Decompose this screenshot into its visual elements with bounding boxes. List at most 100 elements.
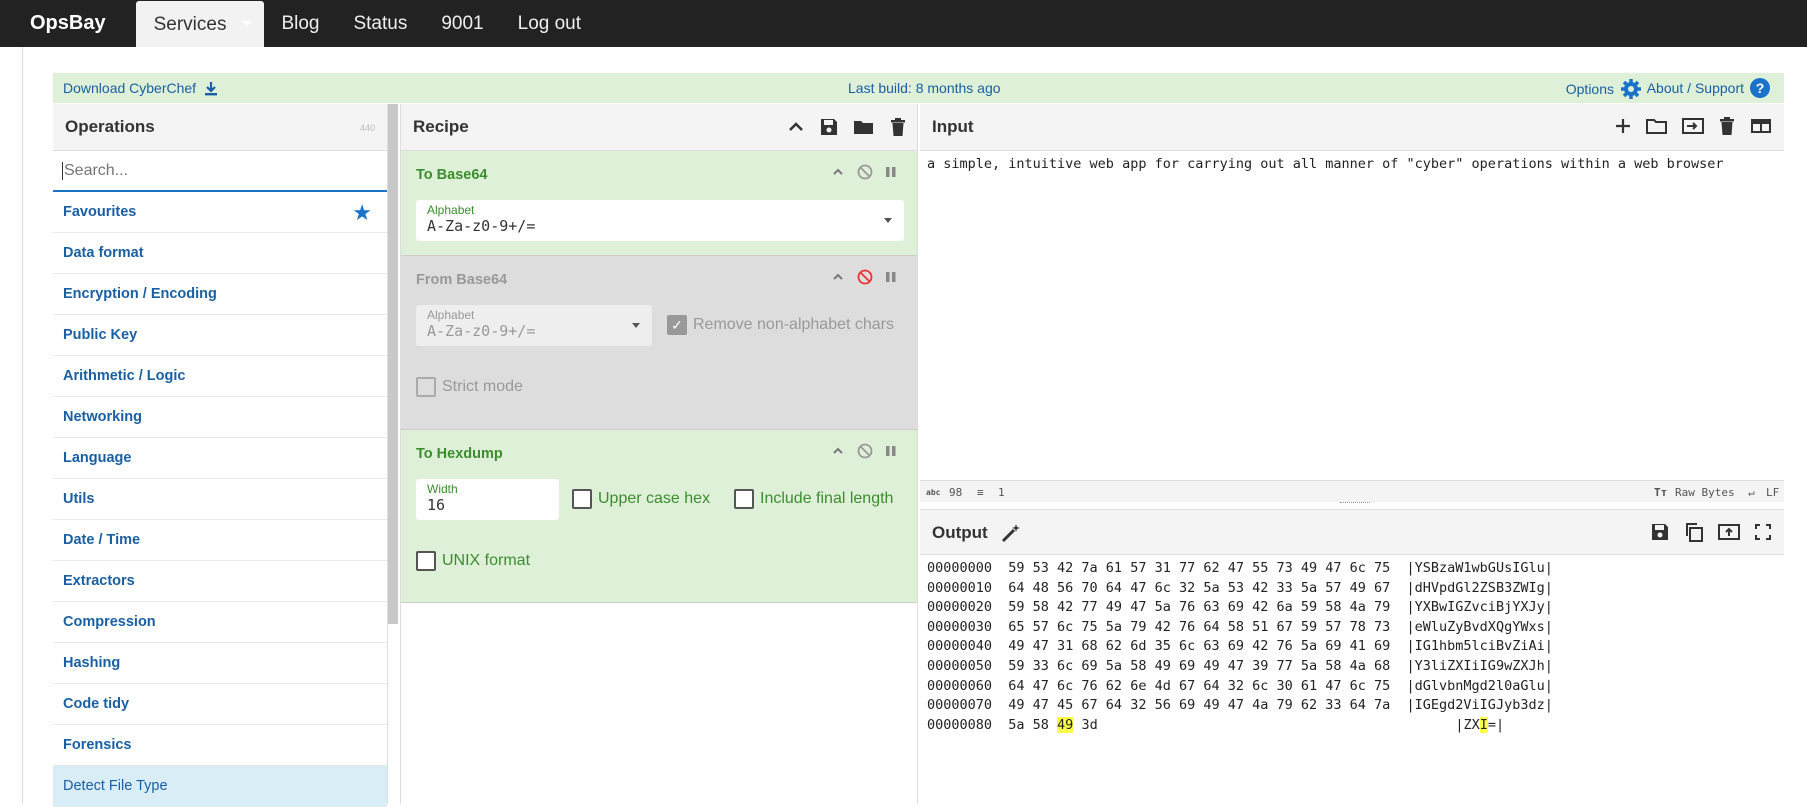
operations-header: Operations 440	[53, 104, 387, 151]
help-icon: ?	[1750, 78, 1770, 98]
hexdump-text: =|	[1487, 716, 1505, 733]
chevron-up-icon[interactable]	[831, 270, 845, 284]
hexdump-line: 00000020 59 58 42 77 49 47 5a 76 63 69 4…	[927, 599, 1553, 616]
category-compression[interactable]: Compression	[53, 602, 387, 643]
output-hexdump[interactable]: 00000000 59 53 42 7a 61 57 31 77 62 47 5…	[927, 559, 1553, 735]
layout-icon[interactable]	[1750, 116, 1772, 136]
width-field[interactable]: Width 16	[416, 479, 559, 520]
category-hashing[interactable]: Hashing	[53, 643, 387, 684]
chevron-up-icon[interactable]	[831, 165, 845, 179]
about-label: About / Support	[1646, 80, 1744, 96]
nav-status[interactable]: Status	[336, 0, 424, 47]
nav-logout[interactable]: Log out	[501, 0, 598, 47]
category-favourites[interactable]: Favourites ★	[53, 192, 387, 233]
magic-wand-icon[interactable]	[1000, 522, 1022, 544]
category-forensics[interactable]: Forensics	[53, 725, 387, 766]
alphabet-select[interactable]: Alphabet A-Za-z0-9+/=	[416, 200, 904, 241]
operations-count: 440	[359, 123, 375, 133]
encoding-label[interactable]: Raw Bytes	[1675, 486, 1735, 499]
strict-mode-checkbox[interactable]: Strict mode	[416, 377, 523, 397]
top-nav: OpsBay Services Blog Status 9001 Log out	[0, 0, 1807, 47]
eol-icon: ↵	[1748, 486, 1755, 499]
category-networking[interactable]: Networking	[53, 397, 387, 438]
text-encoding-icon[interactable]: Tт	[1654, 486, 1667, 499]
category-code-tidy[interactable]: Code tidy	[53, 684, 387, 725]
hexdump-line: 00000060 64 47 6c 76 62 6e 4d 67 64 32 6…	[927, 677, 1553, 694]
checkbox-box	[572, 489, 592, 509]
category-public-key[interactable]: Public Key	[53, 315, 387, 356]
chevron-up-icon[interactable]	[831, 444, 845, 458]
panel-resize-handle[interactable]	[1340, 502, 1370, 505]
trash-icon[interactable]	[889, 117, 907, 137]
include-final-length-checkbox[interactable]: Include final length	[734, 489, 893, 509]
category-utils[interactable]: Utils	[53, 479, 387, 520]
category-arithmetic-logic[interactable]: Arithmetic / Logic	[53, 356, 387, 397]
highlighted-char: I	[1479, 716, 1488, 733]
category-date-time[interactable]: Date / Time	[53, 520, 387, 561]
op-name: To Hexdump	[416, 446, 503, 462]
disable-icon[interactable]	[857, 164, 873, 180]
alphabet-label: Alphabet	[427, 203, 475, 217]
trash-icon[interactable]	[1718, 116, 1736, 136]
nav-9001[interactable]: 9001	[424, 0, 500, 47]
operations-scrollbar[interactable]	[388, 104, 398, 624]
disable-icon[interactable]	[857, 443, 873, 459]
replace-input-icon[interactable]	[1718, 522, 1740, 542]
add-tab-icon[interactable]	[1614, 116, 1632, 136]
pause-icon[interactable]	[885, 444, 897, 458]
collapse-all-icon[interactable]	[787, 117, 805, 137]
options-label: Options	[1565, 81, 1614, 97]
chevron-down-icon	[242, 21, 253, 26]
nav-services-label: Services	[153, 14, 227, 35]
nav-blog[interactable]: Blog	[264, 0, 336, 47]
input-panel: Input a simple, intuitive web app for ca…	[920, 104, 1784, 502]
about-support-button[interactable]: About / Support ?	[1647, 78, 1770, 98]
left-strip	[0, 47, 23, 804]
save-icon[interactable]	[819, 117, 839, 137]
pause-icon[interactable]	[885, 165, 897, 179]
search-container	[53, 151, 387, 192]
recipe-panel: Recipe To Base64 Alphabet A-Za-z0-9+/= F…	[400, 104, 918, 804]
maximise-icon[interactable]	[1754, 522, 1772, 542]
dropdown-arrow-icon	[632, 323, 640, 328]
input-textarea[interactable]: a simple, intuitive web app for carrying…	[927, 156, 1724, 172]
alphabet-value: A-Za-z0-9+/=	[427, 217, 536, 235]
banner: Download CyberChef Last build: 8 months …	[53, 73, 1784, 103]
eol-label[interactable]: LF	[1766, 486, 1779, 499]
hexdump-line: 00000070 49 47 45 67 64 32 56 69 49 47 4…	[927, 697, 1553, 714]
brand-logo[interactable]: OpsBay	[0, 12, 136, 35]
load-file-icon[interactable]	[1682, 116, 1704, 136]
folder-icon[interactable]	[853, 117, 875, 137]
recipe-op-from-base64[interactable]: From Base64 Alphabet A-Za-z0-9+/= ✓ Remo…	[401, 256, 917, 430]
download-link[interactable]: Download CyberChef	[63, 80, 218, 96]
download-icon	[205, 81, 218, 95]
category-extractors[interactable]: Extractors	[53, 561, 387, 602]
op-controls	[831, 443, 897, 459]
pause-icon[interactable]	[885, 270, 897, 284]
hexdump-line: 00000010 64 48 56 70 64 47 6c 32 5a 53 4…	[927, 579, 1553, 596]
upper-case-hex-checkbox[interactable]: Upper case hex	[572, 489, 710, 509]
copy-icon[interactable]	[1684, 522, 1704, 542]
save-icon[interactable]	[1650, 522, 1670, 542]
output-panel: Output 00000000 59 53 42 7a 61 57 31 77 …	[920, 509, 1784, 804]
nav-services[interactable]: Services	[135, 1, 265, 47]
hexdump-line: 00000050 59 33 6c 69 5a 58 49 69 49 47 3…	[927, 657, 1553, 674]
disable-icon[interactable]	[857, 269, 873, 285]
recipe-op-to-hexdump[interactable]: To Hexdump Width 16 Upper case hex Inclu…	[401, 430, 917, 603]
lines-icon: ≡	[977, 486, 984, 499]
input-header: Input	[920, 104, 1784, 151]
alphabet-select[interactable]: Alphabet A-Za-z0-9+/=	[416, 305, 652, 346]
remove-nonalphabet-checkbox[interactable]: ✓ Remove non-alphabet chars	[667, 315, 894, 335]
operation-detect-file-type[interactable]: Detect File Type	[53, 766, 387, 807]
recipe-op-to-base64[interactable]: To Base64 Alphabet A-Za-z0-9+/=	[401, 151, 917, 256]
category-encryption-encoding[interactable]: Encryption / Encoding	[53, 274, 387, 315]
category-language[interactable]: Language	[53, 438, 387, 479]
options-button[interactable]: Options	[1566, 78, 1642, 100]
category-data-format[interactable]: Data format	[53, 233, 387, 274]
recipe-header: Recipe	[401, 104, 917, 151]
open-folder-icon[interactable]	[1646, 116, 1668, 136]
checkmark-icon: ✓	[667, 315, 687, 335]
search-input[interactable]	[62, 161, 387, 180]
unix-format-checkbox[interactable]: UNIX format	[416, 551, 530, 571]
category-label: Favourites	[63, 204, 137, 220]
